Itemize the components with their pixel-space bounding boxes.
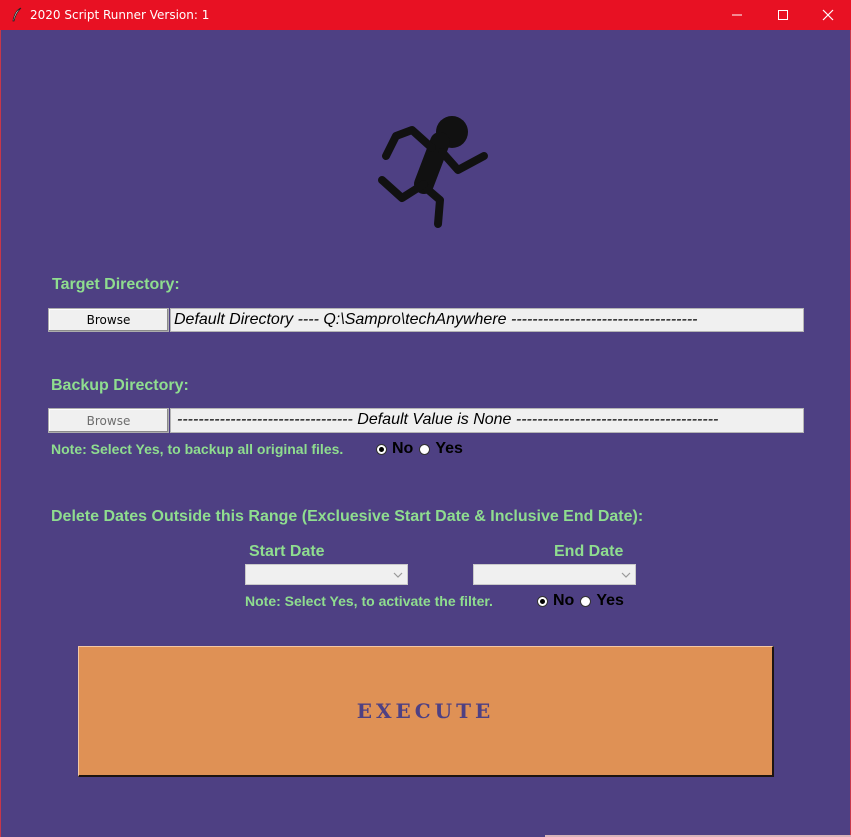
chevron-down-icon[interactable] bbox=[389, 565, 407, 584]
target-directory-path: Default Directory ---- Q:\Sampro\techAny… bbox=[170, 308, 804, 332]
filter-radio-group: No Yes bbox=[537, 592, 630, 610]
backup-radio-yes[interactable] bbox=[419, 443, 431, 455]
start-date-combobox[interactable] bbox=[245, 564, 408, 585]
backup-radio-no[interactable] bbox=[376, 443, 387, 455]
backup-directory-path: --------------------------------- Defaul… bbox=[170, 408, 804, 433]
maximize-icon bbox=[778, 10, 788, 20]
filter-radio-no-label: No bbox=[553, 592, 575, 609]
start-date-label: Start Date bbox=[249, 543, 325, 560]
chevron-down-icon[interactable] bbox=[617, 565, 635, 584]
execute-label: EXECUTE bbox=[356, 699, 495, 723]
filter-radio-yes-label: Yes bbox=[596, 592, 624, 609]
minimize-button[interactable] bbox=[714, 0, 760, 30]
window-frame-left bbox=[0, 30, 1, 837]
backup-browse-button[interactable]: Browse bbox=[48, 408, 169, 433]
target-browse-button[interactable]: Browse bbox=[48, 308, 169, 332]
window-title: 2020 Script Runner Version: 1 bbox=[30, 8, 210, 22]
minimize-icon bbox=[732, 14, 742, 16]
backup-directory-label: Backup Directory: bbox=[51, 377, 189, 394]
backup-radio-no-label: No bbox=[392, 440, 414, 457]
filter-radio-no[interactable] bbox=[537, 595, 548, 607]
date-range-label: Delete Dates Outside this Range (Exclues… bbox=[51, 508, 644, 525]
backup-radio-yes-label: Yes bbox=[435, 440, 463, 457]
end-date-combobox[interactable] bbox=[473, 564, 636, 585]
backup-radio-group: No Yes bbox=[376, 440, 469, 458]
execute-button[interactable]: EXECUTE bbox=[78, 646, 774, 777]
maximize-button[interactable] bbox=[760, 0, 806, 30]
feather-icon bbox=[12, 7, 22, 22]
close-icon bbox=[822, 9, 834, 21]
end-date-label: End Date bbox=[554, 543, 624, 560]
target-directory-label: Target Directory: bbox=[52, 276, 180, 293]
running-person-icon bbox=[378, 116, 488, 228]
close-button[interactable] bbox=[805, 0, 851, 30]
filter-note: Note: Select Yes, to activate the filter… bbox=[245, 593, 493, 609]
title-bar: 2020 Script Runner Version: 1 bbox=[0, 0, 851, 30]
filter-radio-yes[interactable] bbox=[580, 595, 592, 607]
backup-note: Note: Select Yes, to backup all original… bbox=[51, 441, 344, 457]
